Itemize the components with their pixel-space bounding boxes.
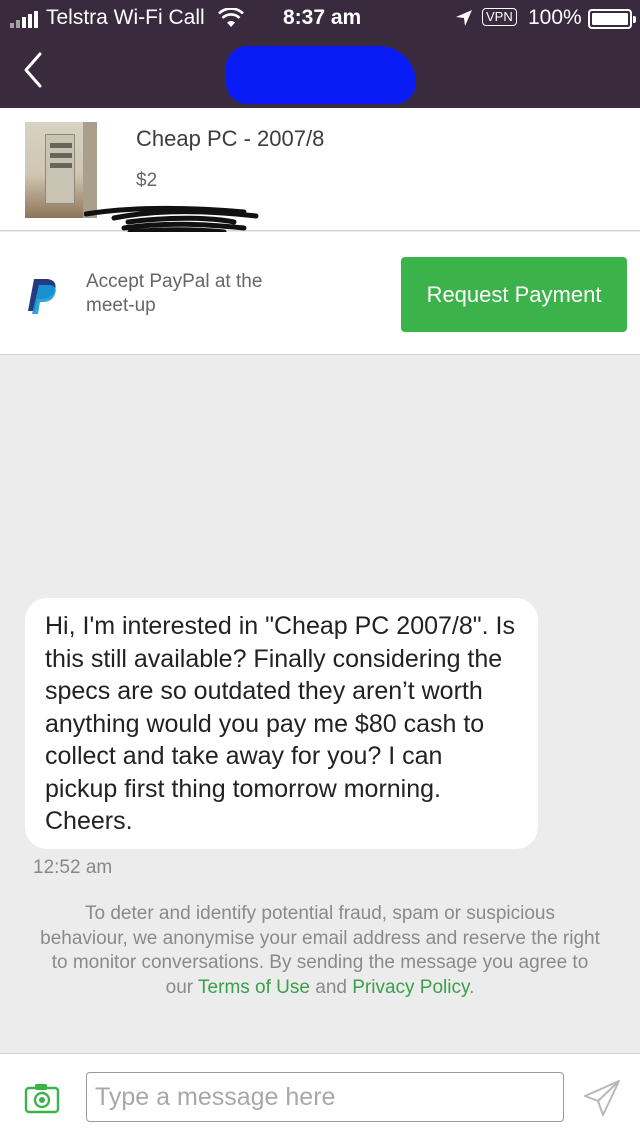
app-header: Telstra Wi-Fi Call 8:37 am VPN 100% — [0, 0, 640, 108]
message-text: Hi, I'm interested in "Cheap PC 2007/8".… — [45, 612, 515, 835]
paypal-logo-icon — [28, 279, 56, 314]
request-payment-button[interactable]: Request Payment — [401, 257, 627, 332]
battery-percentage: 100% — [528, 6, 582, 29]
listing-price: $2 — [136, 170, 158, 191]
wifi-icon — [218, 8, 244, 27]
send-icon[interactable] — [582, 1078, 622, 1118]
vpn-badge: VPN — [482, 8, 517, 26]
listing-summary[interactable]: Cheap PC - 2007/8 $2 — [0, 108, 640, 235]
message-bubble: Hi, I'm interested in "Cheap PC 2007/8".… — [25, 598, 538, 849]
carrier-name: Telstra Wi-Fi Call — [46, 6, 205, 29]
location-arrow-icon — [456, 10, 472, 26]
paypal-strip: Accept PayPal at the meet-up Request Pay… — [0, 232, 640, 355]
terms-of-use-link[interactable]: Terms of Use — [198, 977, 310, 998]
camera-icon[interactable] — [24, 1082, 60, 1114]
notice-and: and — [315, 976, 347, 998]
privacy-policy-link[interactable]: Privacy Policy — [352, 977, 469, 998]
listing-title: Cheap PC - 2007/8 — [136, 126, 325, 151]
message-timestamp: 12:52 am — [33, 857, 113, 878]
message-input[interactable] — [86, 1072, 564, 1122]
redacted-contact-name — [226, 46, 416, 104]
battery-icon — [588, 9, 636, 29]
privacy-notice: To deter and identify potential fraud, s… — [40, 902, 600, 1000]
status-bar: Telstra Wi-Fi Call 8:37 am VPN 100% — [0, 0, 640, 36]
clock: 8:37 am — [283, 6, 362, 29]
notice-end: . — [469, 976, 475, 998]
paypal-text: Accept PayPal at the meet-up — [86, 271, 263, 316]
chevron-left-icon[interactable] — [18, 50, 48, 90]
message-composer — [0, 1053, 640, 1137]
signal-strength-icon — [10, 11, 38, 28]
